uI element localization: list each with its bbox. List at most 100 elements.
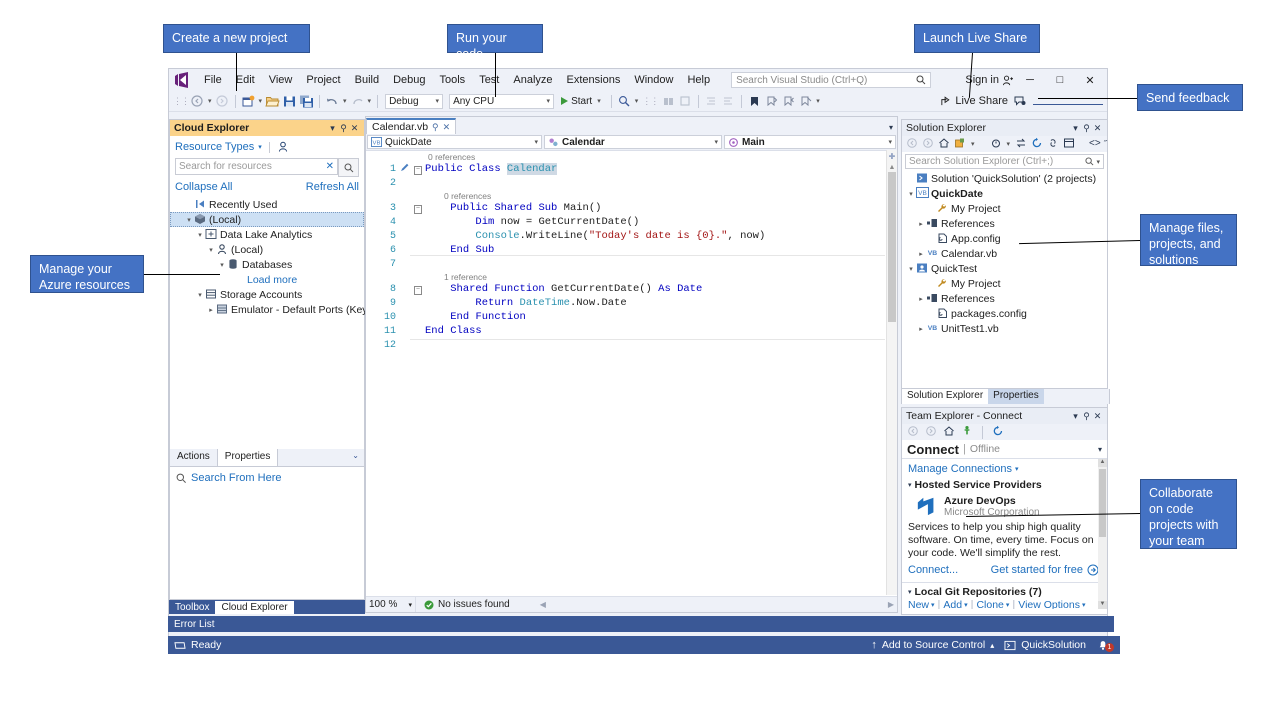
- nav-project-select[interactable]: VB QuickDate ▾: [367, 135, 542, 149]
- solution-toolbar-overflow-icon[interactable]: ˝: [1104, 139, 1111, 149]
- solution-tree-item[interactable]: ▸VBCalendar.vb: [902, 246, 1107, 261]
- menu-item-edit[interactable]: Edit: [229, 72, 262, 88]
- connect-dropdown-icon[interactable]: ▾: [1098, 445, 1102, 454]
- toolbar-overflow-icon[interactable]: ▾: [816, 97, 820, 105]
- quick-actions-pencil-icon[interactable]: [400, 162, 411, 176]
- te-connect-icon[interactable]: [961, 425, 973, 440]
- tab-actions[interactable]: Actions: [170, 449, 217, 466]
- solution-tree-item[interactable]: ▾QuickTest: [902, 261, 1107, 276]
- scroll-right-arrow[interactable]: ▶: [888, 600, 894, 609]
- live-share-button[interactable]: Live Share: [940, 95, 1008, 107]
- attach-process-icon[interactable]: [617, 94, 632, 109]
- solution-tree-item[interactable]: ▸References: [902, 216, 1107, 231]
- code-lens[interactable]: 0 references: [366, 151, 897, 162]
- twisty-icon[interactable]: ▸: [916, 220, 926, 228]
- source-control-caret-icon[interactable]: ▴: [990, 641, 994, 650]
- save-icon[interactable]: [282, 94, 297, 109]
- new-project-icon[interactable]: [241, 94, 256, 109]
- team-explorer-connect-bar[interactable]: Connect | Offline ▾: [902, 440, 1107, 459]
- collapse-all-button[interactable]: Collapse All: [175, 181, 232, 193]
- twisty-icon[interactable]: ▸: [206, 306, 216, 314]
- team-explorer-scrollbar[interactable]: ▲ ▼: [1098, 459, 1107, 609]
- tab-overflow-icon[interactable]: ▾: [889, 123, 897, 134]
- code-line[interactable]: 12: [366, 338, 897, 352]
- te-forward-icon[interactable]: [925, 425, 937, 440]
- nav-member-select[interactable]: Main ▾: [724, 135, 896, 149]
- local-git-header[interactable]: ▾ Local Git Repositories (7): [902, 582, 1107, 598]
- twisty-icon[interactable]: ▸: [916, 295, 926, 303]
- sln-caret-icon[interactable]: ▾: [971, 140, 975, 148]
- show-all-files-icon[interactable]: [990, 137, 1002, 152]
- fold-toggle-icon[interactable]: −: [411, 164, 425, 175]
- solution-tree-item[interactable]: My Project: [902, 276, 1107, 291]
- attach-caret-icon[interactable]: ▾: [635, 97, 639, 105]
- resource-types-caret-icon[interactable]: ▾: [258, 143, 262, 151]
- pending-changes-icon[interactable]: [954, 137, 966, 152]
- fold-toggle-icon[interactable]: −: [411, 203, 425, 214]
- start-debug-button[interactable]: Start ▾: [557, 96, 607, 107]
- step-into-icon[interactable]: [678, 94, 693, 109]
- step-over-icon[interactable]: [661, 94, 676, 109]
- twisty-icon[interactable]: ▸: [916, 325, 926, 333]
- refresh-all-button[interactable]: Refresh All: [306, 181, 359, 193]
- zoom-caret-icon[interactable]: ▾: [408, 601, 415, 609]
- redo-caret-icon[interactable]: ▾: [368, 97, 372, 105]
- open-file-icon[interactable]: [265, 94, 280, 109]
- search-options-caret-icon[interactable]: ▾: [1096, 158, 1100, 166]
- menu-item-file[interactable]: File: [197, 72, 229, 88]
- te-back-icon[interactable]: [907, 425, 919, 440]
- cloud-tree-item[interactable]: ▸Emulator - Default Ports (Key): [170, 302, 364, 317]
- code-text-area[interactable]: 0 references1−Public Class Calendar20 re…: [366, 151, 897, 591]
- solution-explorer-close-icon[interactable]: ✕: [1092, 123, 1103, 134]
- git-action-view-options[interactable]: View Options▾: [1018, 599, 1085, 609]
- menu-item-extensions[interactable]: Extensions: [560, 72, 628, 88]
- new-project-caret-icon[interactable]: ▾: [259, 97, 263, 105]
- menu-item-test[interactable]: Test: [472, 72, 506, 88]
- connect-link[interactable]: Connect...: [908, 564, 958, 576]
- editor-vertical-scrollbar[interactable]: ✛ ▲: [886, 150, 897, 595]
- tab-properties[interactable]: Properties: [217, 449, 279, 466]
- zoom-level[interactable]: 100 %: [369, 599, 397, 610]
- code-line[interactable]: 3− Public Shared Sub Main(): [366, 201, 897, 215]
- twisty-icon[interactable]: ▸: [916, 250, 926, 258]
- menu-item-help[interactable]: Help: [680, 72, 717, 88]
- menu-item-view[interactable]: View: [262, 72, 300, 88]
- solution-tree-item[interactable]: ▾VBQuickDate: [902, 186, 1107, 201]
- git-action-clone[interactable]: Clone▾: [976, 599, 1009, 609]
- back-icon[interactable]: [906, 137, 918, 152]
- team-explorer-dropdown-icon[interactable]: ▾: [1070, 411, 1081, 422]
- solution-tree-item[interactable]: packages.config: [902, 306, 1107, 321]
- twisty-icon[interactable]: ▾: [906, 265, 916, 273]
- toolbar-grip-2[interactable]: ⋮⋮: [642, 96, 658, 107]
- cloud-explorer-close-icon[interactable]: ✕: [349, 123, 360, 134]
- prev-bookmark-icon[interactable]: [781, 94, 796, 109]
- redo-icon[interactable]: [350, 94, 365, 109]
- scroll-up-arrow[interactable]: ▲: [1098, 459, 1107, 467]
- cloud-tree-item[interactable]: ▾Storage Accounts: [170, 287, 364, 302]
- fold-toggle-icon[interactable]: −: [411, 284, 425, 295]
- twisty-icon[interactable]: ▾: [184, 216, 194, 224]
- code-line[interactable]: 1−Public Class Calendar: [366, 162, 897, 176]
- tab-properties-panel[interactable]: Properties: [988, 389, 1044, 404]
- cloud-explorer-dropdown-icon[interactable]: ▾: [327, 123, 338, 134]
- cloud-search-button[interactable]: [338, 158, 359, 177]
- bottom-tab-cloud-explorer[interactable]: Cloud Explorer: [215, 601, 293, 614]
- toolbar-grip[interactable]: ⋮⋮: [173, 96, 189, 107]
- cloud-tree-item[interactable]: ▾(Local): [170, 242, 364, 257]
- manage-connections-link[interactable]: Manage Connections ▾: [902, 459, 1107, 479]
- refresh-icon[interactable]: [1031, 137, 1043, 152]
- collapse-all-icon[interactable]: [1047, 137, 1059, 152]
- forward-icon[interactable]: [922, 137, 934, 152]
- cloud-tree-item[interactable]: ▾(Local): [170, 212, 364, 227]
- cloud-tree-item[interactable]: Recently Used: [170, 197, 364, 212]
- solution-tree-item[interactable]: ▸VBUnitTest1.vb: [902, 321, 1107, 336]
- split-view-icon[interactable]: ✛: [887, 152, 897, 161]
- cloud-explorer-pin-icon[interactable]: ⚲: [338, 123, 349, 134]
- menu-item-project[interactable]: Project: [299, 72, 347, 88]
- close-button[interactable]: ✕: [1077, 74, 1103, 87]
- menu-item-build[interactable]: Build: [348, 72, 386, 88]
- solution-tree-item[interactable]: Solution 'QuickSolution' (2 projects): [902, 171, 1107, 186]
- indent-icon[interactable]: [704, 94, 719, 109]
- cloud-tree-item[interactable]: ▾Data Lake Analytics: [170, 227, 364, 242]
- bottom-tab-toolbox[interactable]: Toolbox: [169, 601, 215, 614]
